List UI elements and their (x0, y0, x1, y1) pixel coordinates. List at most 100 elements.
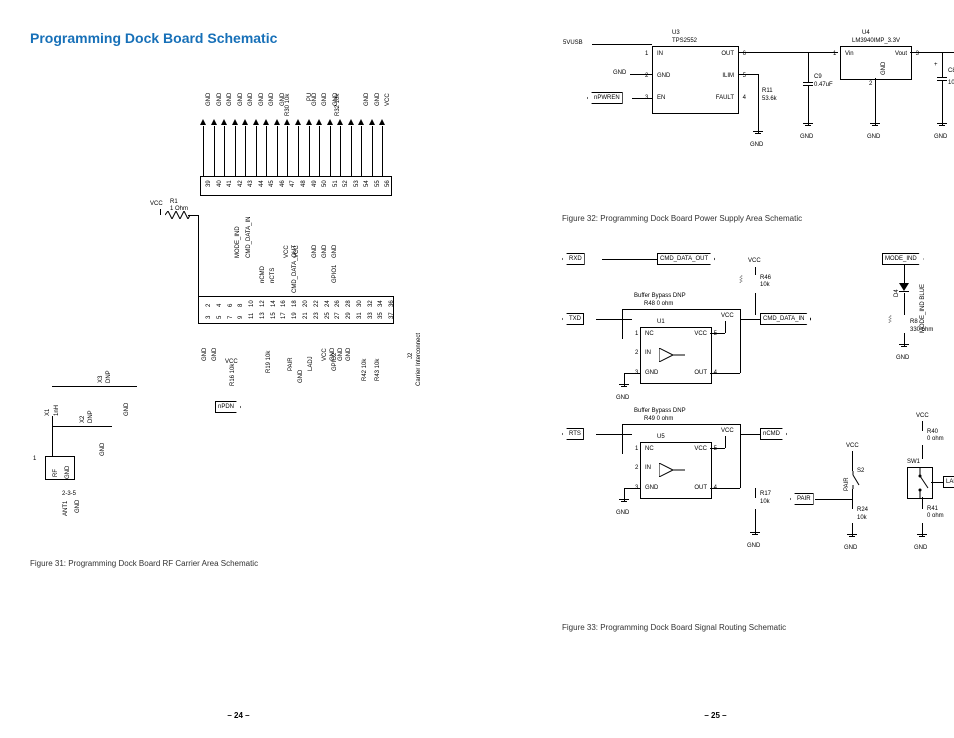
j2-top-label: GND (206, 93, 212, 106)
r16-label: R16 10k (230, 364, 236, 386)
j2-gnd1: GND (202, 348, 208, 361)
r17-gnd: GND (747, 543, 760, 549)
j2-top-pin: 48 (301, 180, 307, 187)
j2-pin-a: 2 (206, 304, 212, 307)
x3-gnd: GND (124, 403, 130, 416)
j2-pin-a: 6 (228, 304, 234, 307)
mid-vcc1: VCC (284, 245, 290, 258)
r24-ref: R24 (857, 507, 868, 513)
j2-pin-b: 29 (346, 312, 352, 319)
j2-top-pin: 55 (375, 180, 381, 187)
j2-top-pin: 46 (280, 180, 286, 187)
j2-top-label: GND (248, 93, 254, 106)
j2-pin-a: 20 (303, 300, 309, 307)
vcc-label: VCC (150, 201, 163, 207)
page-number-left: – 24 – (0, 711, 477, 720)
mode-ind-top: MODE_IND (235, 226, 241, 258)
figure-31-caption: Figure 31: Programming Dock Board RF Car… (30, 559, 462, 568)
ladj-flag: LADJ (943, 476, 954, 488)
pair-vcc: VCC (845, 443, 860, 449)
j2-gnd2: GND (212, 348, 218, 361)
j2-top-pin: 51 (333, 180, 339, 187)
sw1-ref: SW1 (907, 459, 920, 465)
j2-top-pin: 39 (206, 180, 212, 187)
j2-top-pin: 47 (290, 180, 296, 187)
r8-gnd: GND (896, 355, 909, 361)
d4-led-icon (899, 283, 909, 291)
j2-top-label: GND (259, 93, 265, 106)
ncmd-flag: nCMD (760, 428, 787, 440)
c9-ref: C9 (814, 74, 822, 80)
r30-label: R30 10k (285, 94, 291, 116)
j2-pin-b: 27 (335, 312, 341, 319)
u1-box: 1 NC VCC 5 2 IN 3 GND OUT 4 (640, 327, 712, 384)
sw1-box (907, 467, 933, 499)
sw1-vcc: VCC (915, 413, 930, 419)
modeind-flag: MODE_IND (882, 253, 924, 265)
gnd-mid-btm: GND (298, 370, 304, 383)
j2-top-pin: 44 (259, 180, 265, 187)
x2-val: DNP (88, 410, 94, 423)
mid-vcc2: VCC (294, 245, 300, 258)
r24-gnd: GND (844, 545, 857, 551)
j2-top-pin: 49 (312, 180, 318, 187)
u5-ref: U5 (657, 434, 665, 440)
j2-top-pin: 40 (217, 180, 223, 187)
u3-box: IN OUT GND ILIM EN FAULT 1 6 2 5 3 4 (652, 46, 739, 114)
u1-ref: U1 (657, 319, 665, 325)
u3-ref: U3 (672, 30, 680, 36)
j2-pin-b: 5 (217, 316, 223, 319)
buf1-bypass: Buffer Bypass DNP (634, 293, 686, 299)
ant-pin1: 1 (33, 456, 36, 462)
u1-vcc: VCC (720, 313, 735, 319)
j2-top-pin: 42 (238, 180, 244, 187)
j2-top-label: GND (269, 93, 275, 106)
r8-val: 330 ohm (910, 327, 933, 333)
j2-pin-b: 9 (238, 316, 244, 319)
j2-pin-b: 23 (314, 312, 320, 319)
j2-top-pin: 52 (343, 180, 349, 187)
ncts-label: nCTS (270, 268, 276, 283)
j2-top-label: VCC (385, 93, 391, 106)
page-number-right: – 25 – (477, 711, 954, 720)
j2-pin-a: 4 (217, 304, 223, 307)
j2-pin-a: 34 (378, 300, 384, 307)
u4-gnd: GND (867, 134, 880, 140)
j2-top-pin: 54 (364, 180, 370, 187)
c8-ref: C8 (948, 68, 954, 74)
j2-pin-a: 26 (335, 300, 341, 307)
r46-val: 10k (760, 282, 770, 288)
ncmd-label: nCMD (260, 266, 266, 283)
gpio1-label: GPIO1 (332, 265, 338, 283)
r11-gnd: GND (750, 142, 763, 148)
j2-top-pin: 56 (385, 180, 391, 187)
ant-label: ANT1 (63, 501, 69, 516)
j2-top-pin: 50 (322, 180, 328, 187)
pair-btm: PAIR (288, 357, 294, 371)
mid-gnd1: GND (312, 245, 318, 258)
j2-pin-a: 16 (281, 300, 287, 307)
r46-ref: R46 (760, 275, 771, 281)
rf-carrier-schematic: // Rendered by populate script below via… (30, 61, 450, 541)
j2-pin-a: 10 (249, 300, 255, 307)
npwren-flag: nPWREN (587, 92, 623, 104)
c8-gnd: GND (934, 134, 947, 140)
j2-pin-b: 33 (368, 312, 374, 319)
u4-ref: U4 (862, 30, 870, 36)
r41-val: 0 ohm (927, 513, 944, 519)
br-vcc: VCC (322, 348, 328, 361)
r46-vcc: VCC (747, 258, 762, 264)
d4-ref: D4 (894, 289, 900, 297)
j2-top-pin: 45 (269, 180, 275, 187)
r40-ref: R40 (927, 429, 938, 435)
cmdin-flag: CMD_DATA_IN (760, 313, 811, 325)
j2-pin-b: 35 (378, 312, 384, 319)
j2-pin-a: 32 (368, 300, 374, 307)
r43-label: R43 10k (375, 359, 381, 381)
mid-gnd2: GND (322, 245, 328, 258)
j2-pin-a: 14 (271, 300, 277, 307)
npdn-flag: nPDN (215, 401, 241, 413)
j2-pin-b: 11 (249, 313, 255, 319)
r40-val: 0 ohm (927, 436, 944, 442)
j2-pin-b: 37 (389, 312, 395, 319)
